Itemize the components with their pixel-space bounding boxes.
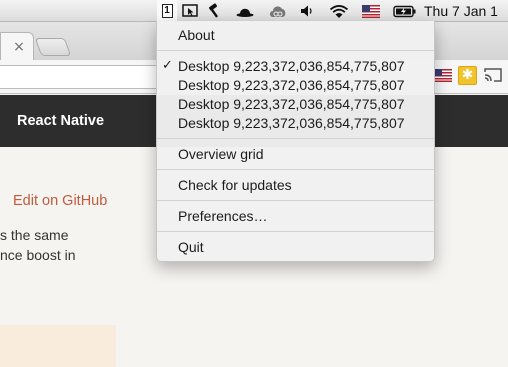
menu-separator (157, 138, 434, 139)
menu-item-label: Preferences… (178, 208, 268, 224)
wifi-icon[interactable] (328, 0, 350, 22)
menu-item-quit[interactable]: Quit (157, 237, 434, 257)
edit-on-github-link[interactable]: Edit on GitHub (13, 193, 107, 209)
menu-item-label: Quit (178, 239, 204, 255)
menu-item-label: About (178, 27, 215, 43)
new-tab-button[interactable] (34, 38, 72, 56)
menu-item-label: Desktop 9,223,372,036,854,775,807 (178, 58, 405, 74)
menu-item-label: Check for updates (178, 177, 292, 193)
volume-icon[interactable] (298, 0, 316, 22)
us-flag-extension-icon[interactable] (434, 67, 452, 85)
screen-capture-icon[interactable] (180, 0, 200, 22)
menu-separator (157, 169, 434, 170)
hammer-icon[interactable] (205, 0, 225, 22)
browser-tab[interactable]: × (0, 32, 34, 60)
checkmark-icon: ✓ (162, 58, 173, 73)
creative-cloud-icon[interactable] (267, 0, 289, 22)
desktop-switcher-menu: About ✓ Desktop 9,223,372,036,854,775,80… (156, 21, 435, 262)
menu-item-check-for-updates[interactable]: Check for updates (157, 175, 434, 195)
close-tab-icon[interactable]: × (11, 39, 27, 55)
desktop-number: 1 (161, 3, 173, 18)
menu-bar-clock[interactable]: Thu 7 Jan 1 (424, 0, 498, 22)
address-bar[interactable] (0, 65, 160, 89)
menu-item-desktop-4[interactable]: Desktop 9,223,372,036,854,775,807 (157, 113, 434, 133)
menu-item-preferences[interactable]: Preferences… (157, 206, 434, 226)
menu-separator (157, 231, 434, 232)
desktop-indicator-icon[interactable]: 1 (157, 0, 177, 22)
menu-item-label: Desktop 9,223,372,036,854,775,807 (178, 77, 405, 93)
menu-item-overview-grid[interactable]: Overview grid (157, 144, 434, 164)
menu-item-desktop-1[interactable]: ✓ Desktop 9,223,372,036,854,775,807 (157, 56, 434, 76)
us-flag-icon[interactable] (360, 0, 382, 22)
code-block (0, 325, 116, 367)
menu-item-desktop-2[interactable]: Desktop 9,223,372,036,854,775,807 (157, 75, 434, 95)
menu-bar: 1 Thu 7 Jan 1 (0, 0, 508, 22)
star-extension-icon[interactable]: ✱ (458, 66, 477, 85)
menu-separator (157, 50, 434, 51)
body-text-line: nce boost in (0, 247, 76, 263)
menu-item-label: Desktop 9,223,372,036,854,775,807 (178, 96, 405, 112)
menu-item-label: Desktop 9,223,372,036,854,775,807 (178, 115, 405, 131)
body-text-line: s the same (0, 227, 69, 243)
cast-icon[interactable] (484, 67, 502, 85)
menu-separator (157, 200, 434, 201)
bowler-hat-icon[interactable] (235, 0, 255, 22)
menu-item-about[interactable]: About (157, 25, 434, 45)
menu-item-desktop-3[interactable]: Desktop 9,223,372,036,854,775,807 (157, 94, 434, 114)
site-brand[interactable]: React Native (17, 95, 104, 147)
battery-charging-icon[interactable] (392, 0, 418, 22)
menu-item-label: Overview grid (178, 146, 264, 162)
